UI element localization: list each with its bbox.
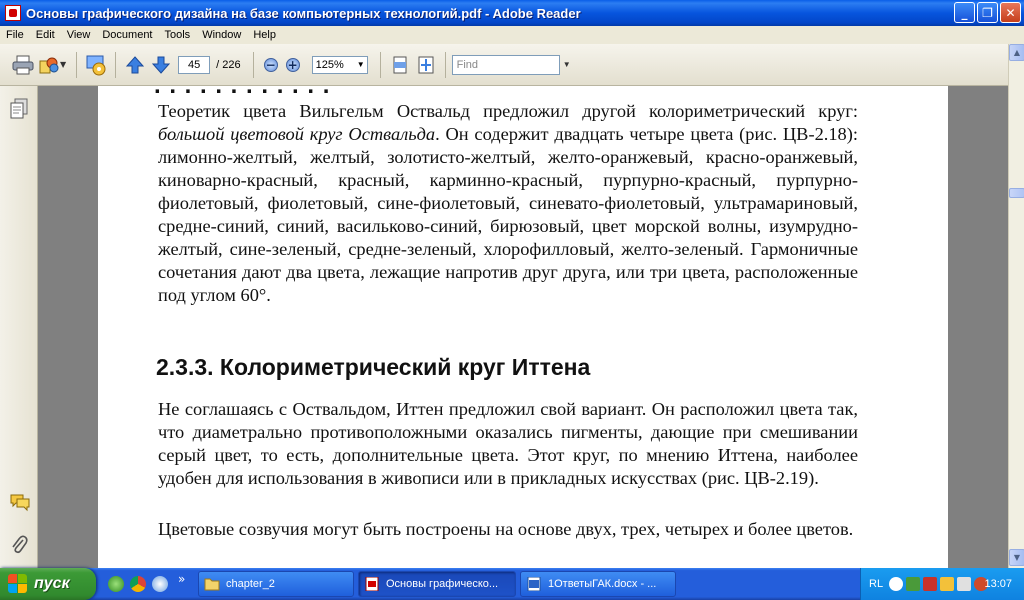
main-toolbar: ▼ 45 / 226 − + 125% ▼ Find ▼ — [0, 44, 1024, 86]
menu-tools[interactable]: Tools — [159, 29, 197, 41]
attachments-icon[interactable] — [9, 534, 29, 554]
toolbar-separator — [444, 51, 446, 78]
utorrent-icon[interactable] — [108, 576, 124, 592]
find-placeholder: Find — [456, 58, 479, 71]
find-input[interactable]: Find ▼ — [451, 54, 571, 75]
start-label: пуск — [34, 575, 70, 592]
update-icon[interactable] — [83, 52, 109, 78]
fit-width-icon[interactable] — [387, 52, 413, 78]
paragraph-ostwald-start: Теоретик цвета Вильгельм Оствальд предло… — [158, 101, 858, 121]
page-total-label: / 226 — [216, 58, 241, 71]
security-icon[interactable] — [940, 577, 955, 591]
network-icon[interactable] — [906, 577, 921, 591]
zoom-level-value: 125% — [315, 58, 344, 71]
document-view[interactable]: . . . . . . . . . . . . Теоретик цвета В… — [38, 86, 1008, 568]
scroll-down-icon[interactable]: ▼ — [1009, 549, 1024, 566]
minimize-button[interactable]: _ — [954, 2, 975, 23]
system-tray: RL 13:07 — [860, 568, 1024, 600]
previous-page-icon[interactable] — [122, 52, 148, 78]
task-label: 1ОтветыГАК.docx - ... — [548, 578, 657, 590]
fit-page-icon[interactable] — [413, 52, 439, 78]
taskbar: пуск » chapter_2 Основы графическо... 1О… — [0, 568, 1024, 600]
next-page-icon[interactable] — [148, 52, 174, 78]
toolbar-separator — [252, 51, 254, 78]
toolbar-separator — [379, 51, 381, 78]
paragraph-ostwald: Теоретик цвета Вильгельм Оствальд предло… — [158, 100, 858, 307]
task-word-document[interactable]: 1ОтветыГАК.docx - ... — [520, 571, 676, 597]
windows-logo-icon — [8, 574, 28, 594]
volume-icon[interactable] — [957, 577, 972, 591]
task-label: Основы графическо... — [386, 578, 499, 590]
organizer-dropdown-icon[interactable]: ▼ — [60, 60, 66, 69]
menu-document[interactable]: Document — [96, 29, 158, 41]
paragraph-itten: Не соглашаясь с Оствальдом, Иттен предло… — [158, 399, 858, 488]
comments-icon[interactable] — [9, 492, 30, 512]
folder-icon — [204, 578, 220, 591]
scroll-up-icon[interactable]: ▲ — [1009, 44, 1024, 61]
task-label: chapter_2 — [226, 578, 275, 590]
clipped-heading-above: . . . . . . . . . . . . — [154, 86, 330, 100]
paragraph-ostwald-rest: . Он содержит двадцать четыре цвета (рис… — [158, 124, 858, 305]
navigation-pane — [0, 86, 38, 568]
close-button[interactable]: ✕ — [1000, 2, 1021, 23]
media-player-icon[interactable] — [152, 576, 168, 592]
find-dropdown-icon[interactable]: ▼ — [563, 56, 571, 74]
task-chapter2[interactable]: chapter_2 — [198, 571, 354, 597]
quicklaunch-chevron-icon[interactable]: » — [178, 572, 185, 586]
menu-window[interactable]: Window — [196, 29, 247, 41]
section-heading: 2.3.3. Колориметрический круг Иттена — [156, 354, 591, 380]
start-button[interactable]: пуск — [0, 568, 96, 600]
paragraph-harmonies: Цветовые созвучия могут быть построены н… — [158, 519, 854, 539]
menu-help[interactable]: Help — [247, 29, 282, 41]
print-icon[interactable] — [10, 52, 36, 78]
pdf-page: . . . . . . . . . . . . Теоретик цвета В… — [98, 86, 948, 568]
adobe-reader-icon — [5, 5, 21, 21]
language-indicator[interactable]: RL — [869, 578, 883, 590]
pdf-icon — [365, 577, 379, 591]
task-adobe-reader[interactable]: Основы графическо... — [358, 571, 516, 597]
zoom-out-icon[interactable]: − — [263, 57, 278, 72]
pages-icon[interactable] — [9, 98, 29, 119]
toolbar-separator — [76, 51, 78, 78]
zoom-dropdown-icon[interactable]: ▼ — [357, 57, 365, 73]
network-error-icon[interactable] — [923, 577, 938, 591]
menu-view[interactable]: View — [61, 29, 97, 41]
vertical-scrollbar[interactable]: ▲ ▼ — [1008, 44, 1024, 568]
chrome-icon[interactable] — [130, 576, 146, 592]
zoom-in-icon[interactable]: + — [285, 57, 300, 72]
page-number-input[interactable]: 45 — [178, 55, 211, 74]
word-icon — [527, 577, 541, 591]
window-titlebar[interactable]: Основы графического дизайна на базе комп… — [0, 0, 1024, 26]
tray-expand-icon[interactable] — [889, 577, 904, 591]
zoom-level-select[interactable]: 125% ▼ — [311, 55, 368, 74]
maximize-button[interactable]: ❐ — [977, 2, 998, 23]
paragraph-ostwald-italic: большой цветовой круг Оствальда — [158, 124, 436, 144]
scroll-thumb[interactable] — [1009, 188, 1024, 198]
organizer-icon[interactable] — [36, 52, 62, 78]
clock: 13:07 — [984, 578, 1012, 590]
menu-bar: File Edit View Document Tools Window Hel… — [0, 26, 1024, 44]
menu-file[interactable]: File — [0, 29, 30, 41]
menu-edit[interactable]: Edit — [30, 29, 61, 41]
toolbar-separator — [115, 51, 117, 78]
window-title: Основы графического дизайна на базе комп… — [26, 5, 581, 21]
